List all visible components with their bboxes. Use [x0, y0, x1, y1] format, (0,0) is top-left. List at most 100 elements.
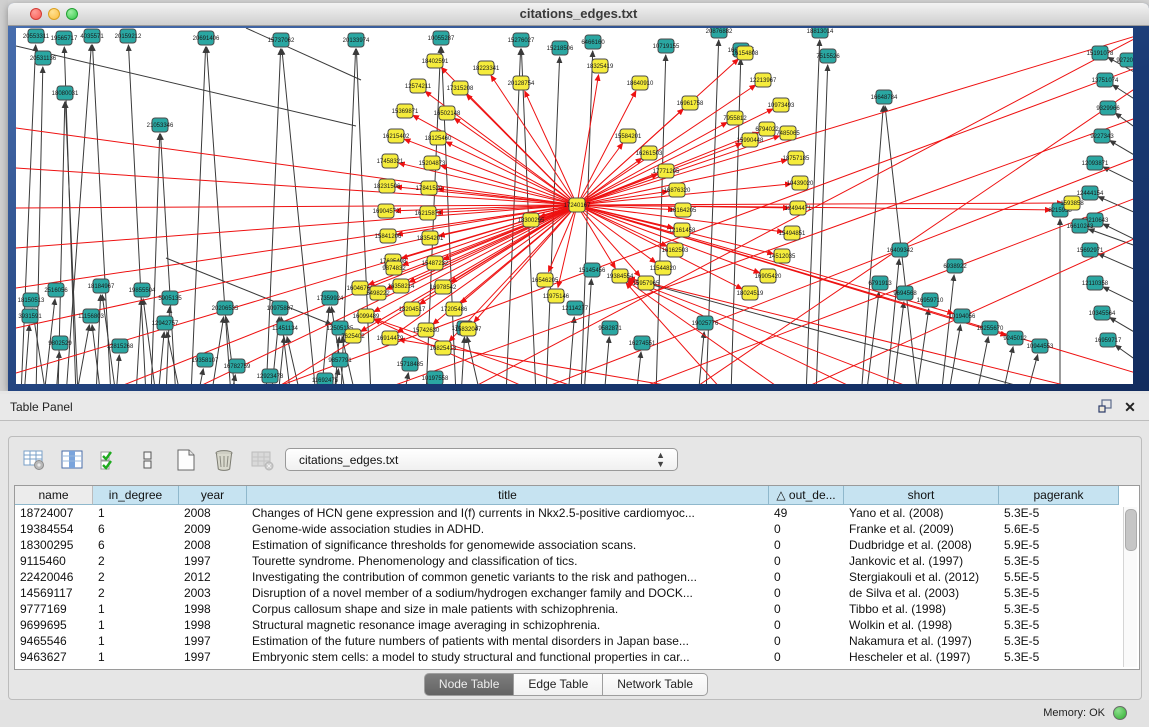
network-edge[interactable]: [698, 332, 704, 384]
table-cell[interactable]: 49: [769, 505, 844, 521]
table-cell[interactable]: 19384554: [15, 521, 93, 537]
column-header-out_de[interactable]: △ out_de...: [769, 486, 844, 505]
column-header-year[interactable]: year: [179, 486, 247, 505]
network-edge[interactable]: [16, 205, 577, 328]
network-edge[interactable]: [656, 55, 666, 384]
table-cell[interactable]: 0: [769, 569, 844, 585]
table-cell[interactable]: 1998: [179, 617, 247, 633]
table-cell[interactable]: Stergiakouli et al. (2012): [844, 569, 999, 585]
table-body[interactable]: 1872400712008Changes of HCN gene express…: [15, 505, 1139, 665]
column-header-in_degree[interactable]: in_degree: [93, 486, 179, 505]
table-cell[interactable]: 1997: [179, 633, 247, 649]
network-edge[interactable]: [1115, 113, 1133, 128]
network-view-window[interactable]: citations_edges.txt 20553311195657174035…: [8, 3, 1149, 391]
network-edge[interactable]: [604, 337, 609, 384]
network-edge[interactable]: [166, 258, 332, 325]
table-mode-icon[interactable]: [20, 446, 48, 474]
table-row[interactable]: 911546021997Tourette syndrome. Phenomeno…: [15, 553, 1139, 569]
network-edge[interactable]: [1103, 224, 1133, 240]
table-cell[interactable]: 2: [93, 569, 179, 585]
float-panel-icon[interactable]: [1097, 398, 1115, 416]
column-header-title[interactable]: title: [247, 486, 769, 505]
table-cell[interactable]: 2008: [179, 537, 247, 553]
table-cell[interactable]: 5.3E-5: [999, 553, 1119, 569]
table-cell[interactable]: 1: [93, 649, 179, 665]
table-cell[interactable]: de Silva et al. (2003): [844, 585, 999, 601]
table-cell[interactable]: Franke et al. (2009): [844, 521, 999, 537]
network-edge[interactable]: [207, 47, 231, 384]
network-edge[interactable]: [577, 174, 658, 205]
table-cell[interactable]: 5.6E-5: [999, 521, 1119, 537]
network-edge[interactable]: [191, 47, 206, 384]
create-column-icon[interactable]: [172, 446, 200, 474]
network-edge[interactable]: [584, 279, 591, 384]
table-cell[interactable]: 6: [93, 521, 179, 537]
node-table[interactable]: namein_degreeyeartitle△ out_de...shortpa…: [14, 485, 1140, 670]
table-cell[interactable]: Disruption of a novel member of a sodium…: [247, 585, 769, 601]
table-cell[interactable]: 2012: [179, 569, 247, 585]
table-cell[interactable]: 2003: [179, 585, 247, 601]
table-cell[interactable]: 5.3E-5: [999, 601, 1119, 617]
tab-network-table[interactable]: Network Table: [603, 673, 708, 696]
network-edge[interactable]: [158, 332, 164, 384]
show-columns-icon[interactable]: [58, 446, 86, 474]
table-cell[interactable]: 9699695: [15, 617, 93, 633]
column-header-short[interactable]: short: [844, 486, 999, 505]
network-edge[interactable]: [1098, 254, 1133, 270]
close-panel-icon[interactable]: ✕: [1121, 398, 1139, 416]
table-cell[interactable]: 2009: [179, 521, 247, 537]
network-edge[interactable]: [491, 75, 577, 205]
network-edge[interactable]: [706, 40, 719, 384]
table-cell[interactable]: 0: [769, 601, 844, 617]
network-edge[interactable]: [731, 59, 741, 384]
table-row[interactable]: 946362711997Embryonic stem cells: a mode…: [15, 649, 1139, 665]
column-header-name[interactable]: name: [15, 486, 93, 505]
table-row[interactable]: 1938455462009Genome-wide association stu…: [15, 521, 1139, 537]
table-cell[interactable]: 5.3E-5: [999, 633, 1119, 649]
scrollbar-thumb[interactable]: [1125, 509, 1137, 551]
network-edge[interactable]: [151, 134, 160, 384]
select-all-icon[interactable]: [96, 446, 124, 474]
network-edge[interactable]: [116, 355, 119, 384]
table-cell[interactable]: Tourette syndrome. Phenomenology and cla…: [247, 553, 769, 569]
network-edge[interactable]: [36, 67, 43, 384]
network-edge[interactable]: [1110, 318, 1133, 333]
network-edge[interactable]: [24, 325, 29, 384]
table-panel-titlebar[interactable]: Table Panel ✕: [0, 394, 1149, 421]
network-edge[interactable]: [1115, 345, 1133, 360]
table-row[interactable]: 1830029562008Estimation of significance …: [15, 537, 1139, 553]
table-cell[interactable]: Changes of HCN gene expression and I(f) …: [247, 505, 769, 521]
table-cell[interactable]: 14569117: [15, 585, 93, 601]
table-cell[interactable]: 5.3E-5: [999, 649, 1119, 665]
network-edge[interactable]: [96, 295, 101, 384]
delete-column-icon[interactable]: [210, 446, 238, 474]
table-cell[interactable]: 5.3E-5: [999, 505, 1119, 521]
network-edge[interactable]: [16, 205, 577, 248]
table-cell[interactable]: 1997: [179, 649, 247, 665]
table-cell[interactable]: 5.3E-5: [999, 617, 1119, 633]
table-cell[interactable]: 6: [93, 537, 179, 553]
table-cell[interactable]: Dudbridge et al. (2008): [844, 537, 999, 553]
table-cell[interactable]: 1: [93, 633, 179, 649]
table-cell[interactable]: Embryonic stem cells: a model to study s…: [247, 649, 769, 665]
network-edge[interactable]: [128, 45, 146, 384]
memory-status-indicator[interactable]: [1113, 706, 1127, 720]
table-cell[interactable]: 0: [769, 617, 844, 633]
table-cell[interactable]: 2: [93, 585, 179, 601]
table-cell[interactable]: 0: [769, 649, 844, 665]
table-cell[interactable]: Genome-wide association studies in ADHD.: [247, 521, 769, 537]
network-edge[interactable]: [466, 94, 577, 205]
tab-node-table[interactable]: Node Table: [424, 673, 515, 696]
table-cell[interactable]: 0: [769, 537, 844, 553]
table-cell[interactable]: 2: [93, 553, 179, 569]
table-cell[interactable]: 0: [769, 521, 844, 537]
network-edge[interactable]: [577, 36, 1133, 205]
tab-edge-table[interactable]: Edge Table: [514, 673, 603, 696]
network-edge[interactable]: [454, 118, 577, 205]
table-header-row[interactable]: namein_degreeyeartitle△ out_de...shortpa…: [15, 486, 1139, 505]
table-cell[interactable]: Estimation of the future numbers of pati…: [247, 633, 769, 649]
network-edge[interactable]: [276, 118, 1133, 384]
table-cell[interactable]: 1998: [179, 601, 247, 617]
network-window-titlebar[interactable]: citations_edges.txt: [8, 3, 1149, 26]
table-cell[interactable]: 5.3E-5: [999, 585, 1119, 601]
